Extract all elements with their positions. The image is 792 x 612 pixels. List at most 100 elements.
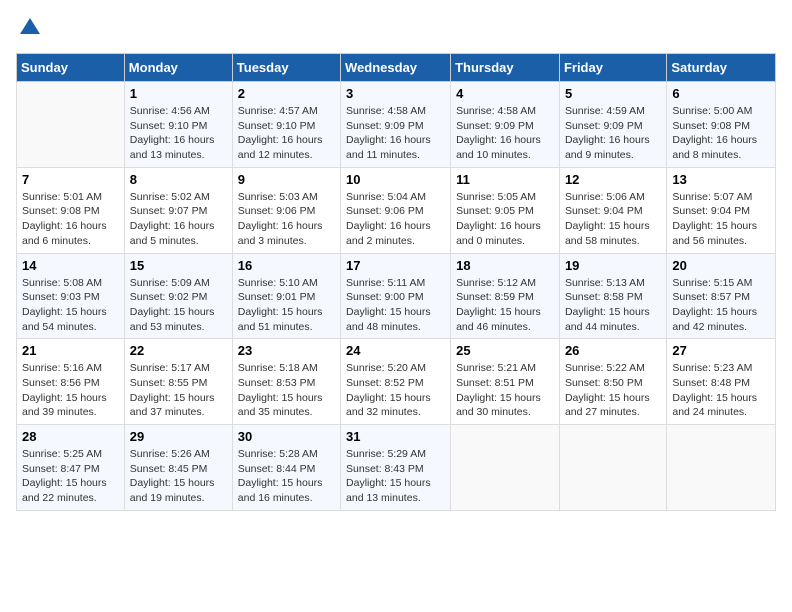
weekday-header: Wednesday bbox=[341, 54, 451, 82]
calendar-cell: 4 Sunrise: 4:58 AMSunset: 9:09 PMDaylight… bbox=[451, 82, 560, 168]
calendar-cell: 3 Sunrise: 4:58 AMSunset: 9:09 PMDaylight… bbox=[341, 82, 451, 168]
weekday-header: Sunday bbox=[17, 54, 125, 82]
day-number: 18 bbox=[456, 258, 554, 273]
calendar-cell: 7 Sunrise: 5:01 AMSunset: 9:08 PMDaylight… bbox=[17, 167, 125, 253]
day-info: Sunrise: 5:23 AMSunset: 8:48 PMDaylight:… bbox=[672, 361, 770, 420]
day-number: 25 bbox=[456, 343, 554, 358]
day-info: Sunrise: 5:17 AMSunset: 8:55 PMDaylight:… bbox=[130, 361, 227, 420]
day-info: Sunrise: 5:01 AMSunset: 9:08 PMDaylight:… bbox=[22, 190, 119, 249]
calendar-cell: 19 Sunrise: 5:13 AMSunset: 8:58 PMDayligh… bbox=[559, 253, 666, 339]
day-number: 22 bbox=[130, 343, 227, 358]
calendar-cell: 26Sunrise: 5:22 AMSunset: 8:50 PMDayligh… bbox=[559, 339, 666, 425]
calendar-cell bbox=[559, 425, 666, 511]
day-info: Sunrise: 5:21 AMSunset: 8:51 PMDaylight:… bbox=[456, 361, 554, 420]
weekday-header: Tuesday bbox=[232, 54, 340, 82]
day-info: Sunrise: 5:08 AMSunset: 9:03 PMDaylight:… bbox=[22, 276, 119, 335]
day-number: 7 bbox=[22, 172, 119, 187]
day-number: 23 bbox=[238, 343, 335, 358]
calendar-cell: 24 Sunrise: 5:20 AMSunset: 8:52 PMDayligh… bbox=[341, 339, 451, 425]
day-number: 20 bbox=[672, 258, 770, 273]
day-info: Sunrise: 5:11 AMSunset: 9:00 PMDaylight:… bbox=[346, 276, 445, 335]
day-info: Sunrise: 5:26 AMSunset: 8:45 PMDaylight:… bbox=[130, 447, 227, 506]
day-number: 28 bbox=[22, 429, 119, 444]
day-number: 24 bbox=[346, 343, 445, 358]
day-info: Sunrise: 5:07 AMSunset: 9:04 PMDaylight:… bbox=[672, 190, 770, 249]
day-number: 6 bbox=[672, 86, 770, 101]
day-info: Sunrise: 5:06 AMSunset: 9:04 PMDaylight:… bbox=[565, 190, 661, 249]
day-info: Sunrise: 5:29 AMSunset: 8:43 PMDaylight:… bbox=[346, 447, 445, 506]
calendar-week-row: 7 Sunrise: 5:01 AMSunset: 9:08 PMDaylight… bbox=[17, 167, 776, 253]
day-number: 31 bbox=[346, 429, 445, 444]
calendar-cell: 12 Sunrise: 5:06 AMSunset: 9:04 PMDayligh… bbox=[559, 167, 666, 253]
day-info: Sunrise: 5:18 AMSunset: 8:53 PMDaylight:… bbox=[238, 361, 335, 420]
day-info: Sunrise: 5:12 AMSunset: 8:59 PMDaylight:… bbox=[456, 276, 554, 335]
calendar-cell: 20 Sunrise: 5:15 AMSunset: 8:57 PMDayligh… bbox=[667, 253, 776, 339]
day-number: 3 bbox=[346, 86, 445, 101]
calendar-cell: 1 Sunrise: 4:56 AMSunset: 9:10 PMDaylight… bbox=[124, 82, 232, 168]
calendar-cell: 29 Sunrise: 5:26 AMSunset: 8:45 PMDayligh… bbox=[124, 425, 232, 511]
day-number: 9 bbox=[238, 172, 335, 187]
day-number: 19 bbox=[565, 258, 661, 273]
day-number: 11 bbox=[456, 172, 554, 187]
day-info: Sunrise: 5:25 AMSunset: 8:47 PMDaylight:… bbox=[22, 447, 119, 506]
logo bbox=[16, 16, 42, 45]
calendar-cell: 8 Sunrise: 5:02 AMSunset: 9:07 PMDaylight… bbox=[124, 167, 232, 253]
calendar-cell: 11Sunrise: 5:05 AMSunset: 9:05 PMDayligh… bbox=[451, 167, 560, 253]
weekday-header: Friday bbox=[559, 54, 666, 82]
calendar-cell: 22 Sunrise: 5:17 AMSunset: 8:55 PMDayligh… bbox=[124, 339, 232, 425]
day-number: 27 bbox=[672, 343, 770, 358]
day-info: Sunrise: 5:10 AMSunset: 9:01 PMDaylight:… bbox=[238, 276, 335, 335]
calendar-cell: 5Sunrise: 4:59 AMSunset: 9:09 PMDaylight… bbox=[559, 82, 666, 168]
day-info: Sunrise: 4:56 AMSunset: 9:10 PMDaylight:… bbox=[130, 104, 227, 163]
calendar-cell: 16Sunrise: 5:10 AMSunset: 9:01 PMDayligh… bbox=[232, 253, 340, 339]
day-info: Sunrise: 5:04 AMSunset: 9:06 PMDaylight:… bbox=[346, 190, 445, 249]
calendar-cell: 13 Sunrise: 5:07 AMSunset: 9:04 PMDayligh… bbox=[667, 167, 776, 253]
day-info: Sunrise: 4:59 AMSunset: 9:09 PMDaylight:… bbox=[565, 104, 661, 163]
calendar-cell: 18 Sunrise: 5:12 AMSunset: 8:59 PMDayligh… bbox=[451, 253, 560, 339]
day-number: 12 bbox=[565, 172, 661, 187]
day-number: 2 bbox=[238, 86, 335, 101]
calendar-header-row: SundayMondayTuesdayWednesdayThursdayFrid… bbox=[17, 54, 776, 82]
calendar-week-row: 21Sunrise: 5:16 AMSunset: 8:56 PMDayligh… bbox=[17, 339, 776, 425]
day-info: Sunrise: 4:57 AMSunset: 9:10 PMDaylight:… bbox=[238, 104, 335, 163]
day-number: 1 bbox=[130, 86, 227, 101]
calendar-cell: 31 Sunrise: 5:29 AMSunset: 8:43 PMDayligh… bbox=[341, 425, 451, 511]
day-info: Sunrise: 5:13 AMSunset: 8:58 PMDaylight:… bbox=[565, 276, 661, 335]
weekday-header: Saturday bbox=[667, 54, 776, 82]
calendar-cell: 14 Sunrise: 5:08 AMSunset: 9:03 PMDayligh… bbox=[17, 253, 125, 339]
day-number: 10 bbox=[346, 172, 445, 187]
calendar-cell: 27 Sunrise: 5:23 AMSunset: 8:48 PMDayligh… bbox=[667, 339, 776, 425]
day-info: Sunrise: 5:20 AMSunset: 8:52 PMDaylight:… bbox=[346, 361, 445, 420]
calendar-cell: 6 Sunrise: 5:00 AMSunset: 9:08 PMDaylight… bbox=[667, 82, 776, 168]
day-info: Sunrise: 5:15 AMSunset: 8:57 PMDaylight:… bbox=[672, 276, 770, 335]
day-info: Sunrise: 5:09 AMSunset: 9:02 PMDaylight:… bbox=[130, 276, 227, 335]
day-info: Sunrise: 4:58 AMSunset: 9:09 PMDaylight:… bbox=[346, 104, 445, 163]
day-info: Sunrise: 5:02 AMSunset: 9:07 PMDaylight:… bbox=[130, 190, 227, 249]
calendar-week-row: 28 Sunrise: 5:25 AMSunset: 8:47 PMDayligh… bbox=[17, 425, 776, 511]
day-info: Sunrise: 5:22 AMSunset: 8:50 PMDaylight:… bbox=[565, 361, 661, 420]
day-info: Sunrise: 5:28 AMSunset: 8:44 PMDaylight:… bbox=[238, 447, 335, 506]
calendar-cell: 21Sunrise: 5:16 AMSunset: 8:56 PMDayligh… bbox=[17, 339, 125, 425]
day-number: 15 bbox=[130, 258, 227, 273]
weekday-header: Thursday bbox=[451, 54, 560, 82]
day-info: Sunrise: 5:16 AMSunset: 8:56 PMDaylight:… bbox=[22, 361, 119, 420]
day-number: 13 bbox=[672, 172, 770, 187]
day-info: Sunrise: 5:00 AMSunset: 9:08 PMDaylight:… bbox=[672, 104, 770, 163]
page-header bbox=[16, 16, 776, 45]
calendar-cell: 25 Sunrise: 5:21 AMSunset: 8:51 PMDayligh… bbox=[451, 339, 560, 425]
calendar-cell bbox=[17, 82, 125, 168]
day-number: 8 bbox=[130, 172, 227, 187]
day-number: 29 bbox=[130, 429, 227, 444]
weekday-header: Monday bbox=[124, 54, 232, 82]
calendar-cell: 15 Sunrise: 5:09 AMSunset: 9:02 PMDayligh… bbox=[124, 253, 232, 339]
day-number: 14 bbox=[22, 258, 119, 273]
logo-icon bbox=[18, 16, 42, 40]
calendar-cell: 9Sunrise: 5:03 AMSunset: 9:06 PMDaylight… bbox=[232, 167, 340, 253]
day-number: 4 bbox=[456, 86, 554, 101]
calendar-cell: 2 Sunrise: 4:57 AMSunset: 9:10 PMDaylight… bbox=[232, 82, 340, 168]
day-info: Sunrise: 4:58 AMSunset: 9:09 PMDaylight:… bbox=[456, 104, 554, 163]
calendar-cell: 23 Sunrise: 5:18 AMSunset: 8:53 PMDayligh… bbox=[232, 339, 340, 425]
calendar-cell: 17Sunrise: 5:11 AMSunset: 9:00 PMDayligh… bbox=[341, 253, 451, 339]
calendar-cell bbox=[451, 425, 560, 511]
calendar-week-row: 14 Sunrise: 5:08 AMSunset: 9:03 PMDayligh… bbox=[17, 253, 776, 339]
